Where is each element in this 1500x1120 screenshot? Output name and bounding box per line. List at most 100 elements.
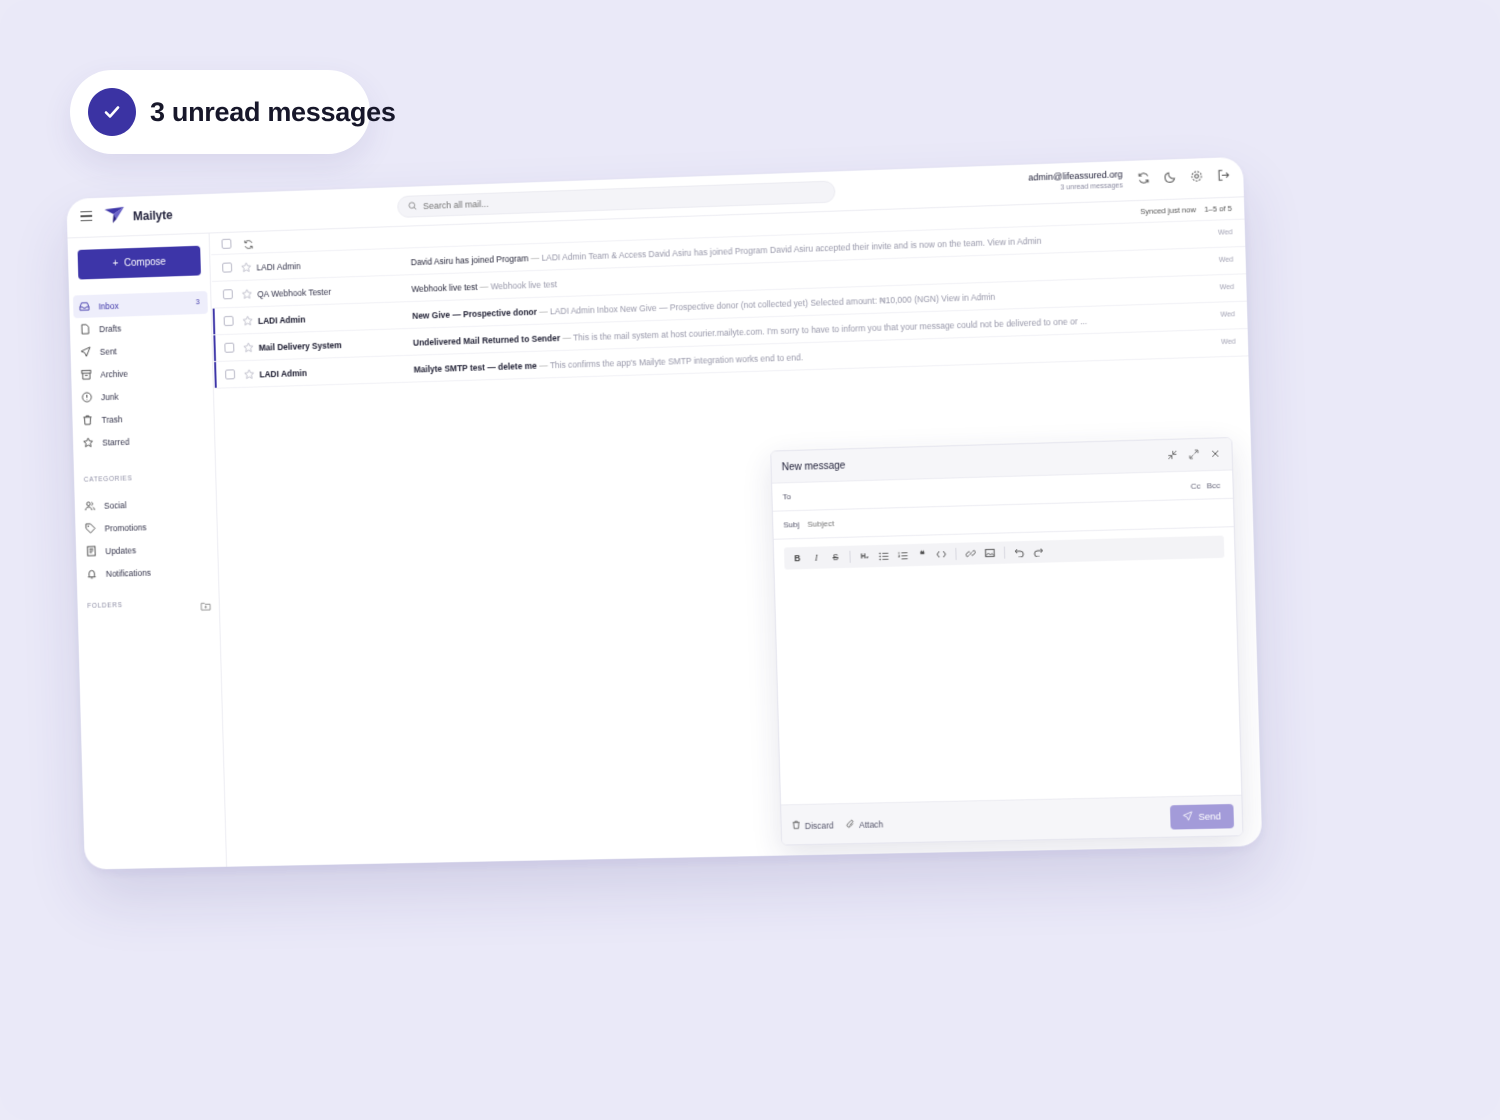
bullet-list-icon[interactable] xyxy=(879,551,889,561)
add-folder-icon[interactable] xyxy=(200,598,211,607)
logout-icon[interactable] xyxy=(1216,168,1231,183)
minimize-icon[interactable] xyxy=(1167,450,1179,461)
trash-icon xyxy=(792,820,801,831)
send-icon xyxy=(80,346,91,357)
row-checkbox[interactable] xyxy=(224,342,235,353)
undo-icon[interactable] xyxy=(1014,547,1024,557)
menu-icon[interactable] xyxy=(80,210,93,222)
top-actions xyxy=(1137,168,1231,186)
redo-icon[interactable] xyxy=(1033,547,1043,557)
message-date: Wed xyxy=(1219,283,1235,292)
sidebar-item-label: Notifications xyxy=(105,567,152,579)
mailbox-nav: Inbox 3 Drafts Sent Archive Junk Trash S… xyxy=(72,291,212,454)
expand-icon[interactable] xyxy=(1189,449,1201,460)
discard-label: Discard xyxy=(804,819,834,831)
search-icon xyxy=(408,197,417,215)
search-input[interactable] xyxy=(422,187,802,212)
attach-label: Attach xyxy=(858,819,884,830)
account-email: admin@lifeassured.org xyxy=(1028,169,1123,183)
cc-bcc-toggles: Cc Bcc xyxy=(1190,481,1220,491)
star-icon[interactable] xyxy=(241,262,252,273)
to-field[interactable] xyxy=(798,482,1144,501)
attach-button[interactable]: Attach xyxy=(846,818,884,831)
compose-button[interactable]: + Compose xyxy=(77,245,201,280)
sidebar-item-label: Drafts xyxy=(98,323,122,334)
star-icon[interactable] xyxy=(241,288,252,299)
settings-gear-icon[interactable] xyxy=(1190,169,1205,184)
plus-icon: + xyxy=(112,257,119,269)
dark-mode-icon[interactable] xyxy=(1163,170,1178,185)
canvas: 3 unread messages Mailyte admin@lifeassu… xyxy=(0,0,1500,1120)
sidebar-item-label: Junk xyxy=(100,391,119,402)
sidebar-item-starred[interactable]: Starred xyxy=(77,427,212,454)
sidebar: + Compose Inbox 3 Drafts Sent Archive Ju… xyxy=(67,233,228,870)
message-date: Wed xyxy=(1220,311,1236,319)
message-date: Wed xyxy=(1218,256,1234,265)
badge-text: 3 unread messages xyxy=(150,96,396,127)
tag-icon xyxy=(85,523,96,534)
send-icon xyxy=(1183,810,1194,823)
row-checkbox[interactable] xyxy=(225,369,236,380)
star-icon[interactable] xyxy=(243,342,254,353)
bold-icon[interactable]: B xyxy=(792,553,802,563)
toolbar-divider xyxy=(955,547,957,560)
send-button[interactable]: Send xyxy=(1169,803,1235,830)
refresh-icon[interactable] xyxy=(1137,171,1152,186)
logo-icon xyxy=(104,205,126,225)
select-all-checkbox[interactable] xyxy=(221,238,232,249)
sidebar-item-notifications[interactable]: Notifications xyxy=(80,559,215,585)
categories-heading: CATEGORIES xyxy=(83,475,133,484)
message-subject: David Asiru has joined Program xyxy=(410,253,529,268)
check-icon xyxy=(88,88,136,136)
account-info: admin@lifeassured.org 3 unread messages xyxy=(1028,169,1123,193)
trash-icon xyxy=(82,414,93,425)
link-icon[interactable] xyxy=(965,548,975,558)
italic-icon[interactable]: I xyxy=(811,553,821,563)
message-snippet: This confirms the app's Mailyte SMTP int… xyxy=(549,352,804,371)
message-sender: LADI Admin xyxy=(259,368,307,380)
row-checkbox[interactable] xyxy=(223,315,234,327)
numbered-list-icon[interactable] xyxy=(898,550,908,560)
cc-button[interactable]: Cc xyxy=(1190,481,1200,490)
row-checkbox[interactable] xyxy=(222,262,233,273)
star-icon[interactable] xyxy=(244,369,255,380)
sidebar-item-label: Trash xyxy=(101,413,123,425)
alert-icon xyxy=(81,392,92,403)
image-icon[interactable] xyxy=(985,548,995,558)
close-icon[interactable] xyxy=(1210,448,1222,459)
search-bar[interactable] xyxy=(397,180,836,218)
code-icon[interactable] xyxy=(936,549,946,559)
categories-nav: Social Promotions Updates Notifications xyxy=(78,491,215,586)
to-label: To xyxy=(782,492,792,502)
sidebar-item-label: Sent xyxy=(99,345,117,357)
star-icon xyxy=(83,437,94,448)
sidebar-item-label: Starred xyxy=(102,436,130,448)
subject-field[interactable] xyxy=(807,510,1152,529)
row-checkbox[interactable] xyxy=(222,289,233,300)
star-icon[interactable] xyxy=(242,315,253,326)
file-icon xyxy=(80,324,91,335)
compose-footer: Discard Attach Send xyxy=(781,794,1243,845)
sidebar-item-label: Archive xyxy=(100,368,129,380)
bcc-button[interactable]: Bcc xyxy=(1207,481,1221,491)
discard-button[interactable]: Discard xyxy=(792,819,834,831)
sidebar-item-label: Social xyxy=(103,499,127,511)
message-sender: LADI Admin xyxy=(256,261,301,273)
inbox-icon xyxy=(79,301,90,312)
refresh-list-icon[interactable] xyxy=(243,237,254,248)
message-body-editor[interactable] xyxy=(785,564,1231,798)
quote-icon[interactable]: ❝ xyxy=(917,549,927,560)
paperclip-icon xyxy=(846,819,855,831)
send-label: Send xyxy=(1198,810,1222,823)
strikethrough-icon[interactable]: S xyxy=(830,552,840,562)
sidebar-item-label: Updates xyxy=(105,544,137,556)
compose-label: Compose xyxy=(123,256,166,269)
message-date: Wed xyxy=(1217,229,1233,237)
message-date: Wed xyxy=(1220,338,1236,347)
toolbar-divider xyxy=(849,550,851,563)
heading-icon[interactable]: H₂ xyxy=(859,551,869,561)
users-icon xyxy=(84,500,95,511)
mail-app-window: Mailyte admin@lifeassured.org 3 unread m… xyxy=(66,156,1263,870)
editor-toolbar: B I S H₂ ❝ xyxy=(783,535,1225,570)
message-subject: Mailyte SMTP test — delete me xyxy=(413,360,538,375)
